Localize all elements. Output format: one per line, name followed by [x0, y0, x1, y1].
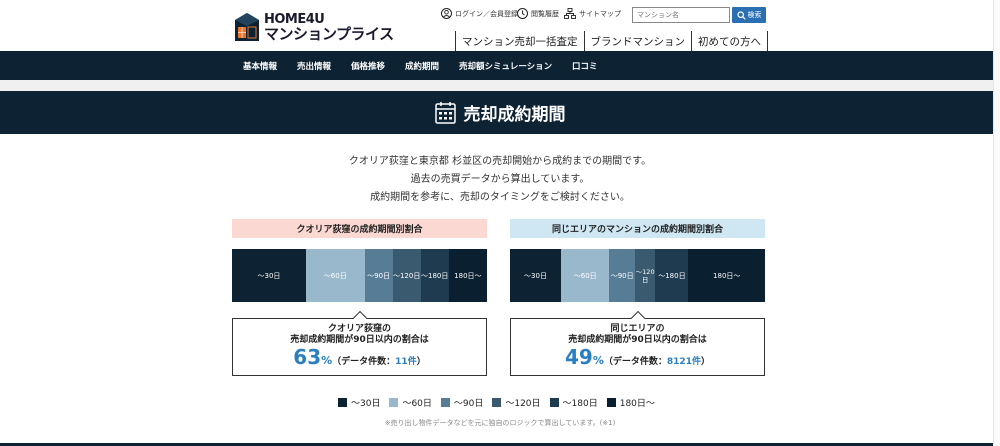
history-link[interactable]: 閲覧履歴 [517, 8, 559, 19]
logo-top-text: HOME4U [264, 11, 325, 27]
chart-title-area: 同じエリアのマンションの成約期間別割合 [510, 219, 765, 238]
callout-line3: 63%（データ件数：11件） [233, 346, 486, 373]
bar-seg-120: 〜120日 [392, 249, 421, 302]
section-gap [0, 80, 1000, 91]
section-banner: 売却成約期間 [0, 91, 1000, 134]
nav-item-simulation[interactable]: 売却額シミュレーション [459, 51, 552, 80]
bar-seg-60: 〜60日 [305, 249, 365, 302]
legend-swatch [389, 398, 399, 407]
callout-property: クオリア荻窪の 売却成約期間が90日以内の割合は 63%（データ件数：11件） [232, 310, 487, 376]
sitemap-link[interactable]: サイトマップ [564, 8, 621, 19]
bar-seg-90: 〜90日 [609, 249, 635, 302]
legend-swatch [440, 398, 450, 407]
description-line: 成約期間を参考に、売却のタイミングをご検討ください。 [370, 192, 630, 203]
callout-percent: 49 [565, 345, 593, 369]
sitemap-icon [564, 8, 576, 19]
legend-item: 〜180日 [549, 396, 598, 409]
bar-seg-180plus: 180日〜 [448, 249, 487, 302]
callout-line2: 売却成約期間が90日以内の割合は [290, 335, 429, 345]
chart-legend: 〜30日 〜60日 〜90日 〜120日 〜180日 180日〜 [338, 396, 664, 409]
site-header: HOME4U マンションプライス ログイン／会員登録 閲覧履歴 サイトマップ 検… [0, 0, 1000, 51]
search-input[interactable] [632, 7, 730, 23]
callout-arrow [352, 310, 368, 326]
search-icon [736, 10, 746, 20]
bar-seg-90: 〜90日 [364, 249, 393, 302]
legend-item: 〜60日 [389, 396, 432, 409]
callout-count-suffix: ） [700, 357, 710, 367]
legend-item: 〜90日 [440, 396, 484, 409]
callout-percent: 63 [293, 345, 322, 369]
site-logo[interactable]: HOME4U マンションプライス [234, 12, 394, 42]
callout-line3: 49%（データ件数：8121件） [511, 346, 764, 373]
period-bar-area: 〜30日 〜60日 〜90日 〜120 日〜180日 180日〜 [510, 249, 765, 302]
legend-label: 180日〜 [619, 399, 655, 409]
main-nav: 基本情報 売出情報 価格推移 成約期間 売却額シミュレーション 口コミ [0, 51, 1000, 80]
mega-link-brand[interactable]: ブランドマンション [583, 31, 692, 51]
legend-label: 〜120日 [505, 399, 541, 409]
clock-icon [517, 8, 528, 19]
legend-label: 〜60日 [402, 399, 432, 409]
callout-count-prefix: （データ件数： [603, 357, 667, 367]
header-mega-links: マンション売却一括査定 ブランドマンション 初めての方へ [455, 31, 768, 51]
section-description: クオリア荻窪と東京都 杉並区の売却開始から成約までの期間です。 過去の売買データ… [0, 153, 1000, 207]
search-button-label: 検索 [747, 11, 762, 19]
bar-seg-180: 〜180日 [655, 249, 689, 302]
bar-seg-60: 〜60日 [561, 249, 610, 302]
period-bar-property: 〜30日 〜60日 〜90日 〜120日 〜180日 180日〜 [232, 249, 487, 302]
callout-line1: 同じエリアの [610, 324, 665, 334]
history-label: 閲覧履歴 [531, 9, 559, 18]
chart-title-property: クオリア荻窪の成約期間別割合 [232, 219, 487, 238]
search-button[interactable]: 検索 [732, 7, 766, 23]
bar-seg-180: 〜180日 [420, 249, 449, 302]
callout-count: 8121件 [666, 357, 701, 367]
page-scrollbar[interactable] [993, 0, 1000, 446]
callout-line2: 売却成約期間が90日以内の割合は [568, 335, 707, 345]
legend-label: 〜180日 [562, 399, 598, 409]
user-icon [441, 8, 452, 19]
bar-seg-180plus: 180日〜 [688, 249, 765, 302]
legend-label: 〜90日 [453, 399, 484, 409]
callout-area: 同じエリアの 売却成約期間が90日以内の割合は 49%（データ件数：8121件） [510, 310, 765, 376]
legend-label: 〜30日 [351, 399, 381, 409]
nav-item-listings[interactable]: 売出情報 [297, 51, 331, 80]
description-line: 過去の売買データから算出しています。 [410, 174, 590, 185]
legend-item: 〜30日 [338, 396, 380, 409]
footnote: ※売り出し物件データなどを元に独自のロジックで算出しています。(※1) [384, 419, 616, 427]
login-link[interactable]: ログイン／会員登録 [441, 8, 518, 19]
nav-item-price[interactable]: 価格推移 [351, 51, 385, 80]
sitemap-label: サイトマップ [579, 9, 621, 18]
callout-line1: クオリア荻窪の [327, 324, 391, 334]
bar-seg-120: 〜120 日 [634, 249, 656, 302]
callout-percent-unit: % [592, 354, 604, 367]
login-label: ログイン／会員登録 [455, 9, 518, 18]
mega-link-beginners[interactable]: 初めての方へ [691, 31, 768, 51]
description-line: クオリア荻窪と東京都 杉並区の売却開始から成約までの期間です。 [348, 156, 652, 167]
callout-percent-unit: % [321, 354, 333, 367]
legend-swatch [606, 398, 616, 407]
legend-item: 180日〜 [606, 396, 655, 409]
nav-item-period[interactable]: 成約期間 [405, 51, 439, 80]
bar-seg-30: 〜30日 [232, 249, 306, 302]
callout-count-prefix: （データ件数： [332, 357, 396, 367]
callout-count-suffix: ） [416, 357, 426, 367]
mega-link-assessment[interactable]: マンション売却一括査定 [455, 31, 585, 51]
callout-arrow [630, 310, 646, 326]
nav-item-reviews[interactable]: 口コミ [572, 51, 598, 80]
section-title: 売却成約期間 [463, 105, 566, 125]
legend-swatch [549, 398, 559, 407]
callout-count: 11件 [395, 357, 417, 367]
house-logo-icon [234, 12, 260, 42]
nav-item-basic[interactable]: 基本情報 [243, 51, 277, 80]
legend-swatch [338, 398, 347, 407]
logo-bottom-text: マンションプライス [264, 24, 394, 43]
calendar-icon [434, 102, 456, 124]
legend-swatch [492, 398, 502, 407]
bar-seg-30: 〜30日 [510, 249, 561, 302]
legend-item: 〜120日 [492, 396, 541, 409]
